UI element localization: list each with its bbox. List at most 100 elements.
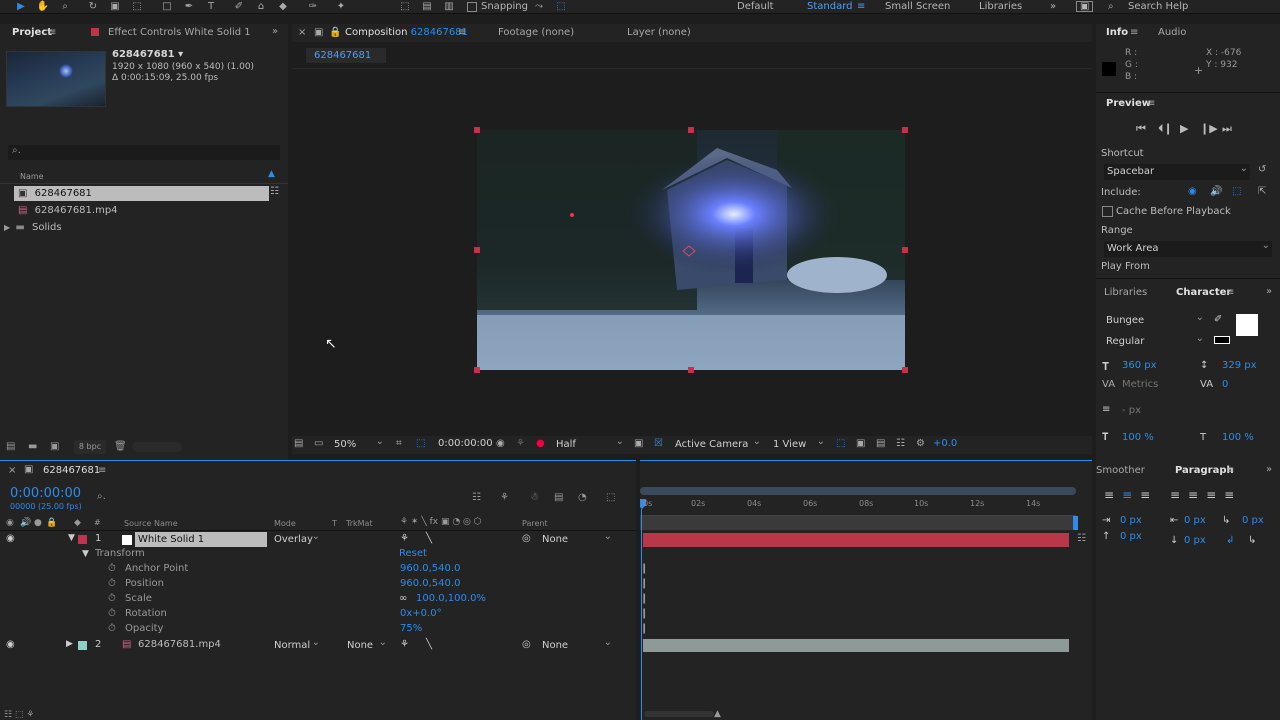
paragraph-menu-icon[interactable]: ≡ [1226,465,1234,476]
layer2-duration-bar[interactable] [643,639,1069,652]
tab-footage[interactable]: Footage (none) [498,27,574,38]
region-of-interest-icon[interactable]: ▣ [634,438,643,449]
timeline-icon[interactable]: ▤ [876,438,885,449]
timeline-search-input[interactable]: ⌕․ [97,491,237,505]
project-item-row[interactable]: ▤ 628467681.mp4 [14,203,269,218]
tab-libraries[interactable]: Libraries [1104,287,1147,298]
rtl-text-icon[interactable]: ↳ [1248,535,1256,546]
close-tab-icon[interactable]: × [8,465,16,476]
close-tab-icon[interactable]: × [298,27,306,38]
alignment-buttons[interactable]: ≡≡≡ ≡≡≡≡ [1104,488,1242,502]
workspace-libraries[interactable]: Libraries [979,1,1022,12]
align-icon[interactable]: ⬚ [398,1,412,13]
tab-character[interactable]: Character [1176,287,1231,298]
comp-timecode[interactable]: 0:00:00:00 [438,438,493,449]
fast-previews-icon[interactable]: ▣ [856,438,865,449]
transform-label[interactable]: Transform [95,548,145,559]
clone-stamp-tool-icon[interactable]: ⌂ [254,1,268,13]
quality-switch-icon[interactable]: ╲ [426,533,432,544]
indent-left-value[interactable]: 0 px [1120,515,1142,526]
pick-whip-icon[interactable]: ◎ [522,533,531,544]
show-snapshot-icon[interactable]: ⚘ [516,438,525,449]
visibility-eye-icon[interactable]: ◉ [6,639,15,650]
stopwatch-icon[interactable]: ⏱ [108,578,116,589]
workspace-standard[interactable]: Standard [807,1,853,12]
composition-menu-icon[interactable]: ≡ [458,27,466,38]
flowchart-icon[interactable]: ☷ [270,186,279,197]
opacity-value[interactable]: 75% [400,623,422,634]
rotate-tool-icon[interactable]: ↻ [86,1,100,13]
stopwatch-icon[interactable]: ⏱ [108,563,116,574]
new-composition-icon[interactable]: ▣ [50,441,59,452]
range-dropdown[interactable]: Work Area [1104,238,1272,257]
grid-icon[interactable]: ⌗ [396,438,402,449]
rectangle-tool-icon[interactable]: □ [160,1,174,13]
draft-3d-icon[interactable]: ⚘ [500,492,509,503]
mask-visibility-icon[interactable]: ⬚ [416,438,425,449]
export-icon[interactable]: ⇱ [1258,186,1266,197]
project-folder-row[interactable]: ▶ ▬ Solids [4,220,269,235]
selection-tool-icon[interactable]: ▶ [14,1,28,13]
tab-info[interactable]: Info [1106,27,1128,38]
fill-color-swatch[interactable] [1236,314,1258,336]
tab-effect-controls[interactable]: Effect Controls White Solid 1 [108,27,251,38]
pan-behind-tool-icon[interactable]: ⬚ [130,1,144,13]
snap-icon[interactable]: ⤳ [532,1,546,13]
camera-dropdown[interactable]: Active Camera [675,434,763,453]
comp-mini-flowchart-icon[interactable]: ☷ [472,492,481,503]
transform-arrow-icon[interactable]: ▼ [82,549,89,559]
type-tool-icon[interactable]: T [204,1,218,13]
preview-menu-icon[interactable]: ≡ [1147,98,1155,109]
graph-editor-icon[interactable]: ⬚ [606,492,615,503]
reset-exposure-icon[interactable]: ⚙ [916,438,925,449]
ltr-text-icon[interactable]: ↲ [1226,535,1234,546]
info-menu-icon[interactable]: ≡ [1130,27,1138,38]
previous-frame-icon[interactable]: ⏴❙ [1158,122,1173,136]
space-after-value[interactable]: 0 px [1184,535,1206,546]
camera-tool-icon[interactable]: ▣ [108,1,122,13]
transform-handle[interactable] [474,127,480,133]
parent-dropdown[interactable]: None [542,635,614,654]
toggle-pixel-aspect-icon[interactable]: ⬚ [836,438,845,449]
position-value[interactable]: 960.0,540.0 [400,578,460,589]
blend-mode-dropdown[interactable]: Overlay [274,529,322,548]
timeline-menu-icon[interactable]: ≡ [98,465,106,476]
workspace-menu-icon[interactable]: ≡ [857,1,865,12]
last-frame-icon[interactable]: ⏭ [1222,122,1232,136]
transform-handle[interactable] [902,127,908,133]
more-workspaces-icon[interactable]: » [1050,1,1056,12]
font-size-value[interactable]: 360 px [1122,360,1157,371]
thumbnail-scrollbar[interactable] [132,442,182,452]
shy-layers-icon[interactable]: ☃ [530,492,539,503]
include-overlays-icon[interactable]: ⬚ [1232,186,1241,197]
shy-switch-icon[interactable]: ⚘ [400,533,409,544]
character-menu-icon[interactable]: ≡ [1226,287,1234,298]
transform-handle[interactable] [474,247,480,253]
work-area-bar[interactable] [640,516,1076,530]
zoom-dropdown[interactable]: 50% [334,434,386,453]
tab-timeline[interactable]: 628467681 [43,465,100,476]
workspace-small-screen[interactable]: Small Screen [885,1,950,12]
layer-name[interactable]: White Solid 1 [135,532,267,547]
timeline-timecode[interactable]: 0:00:00:00 [10,486,81,501]
hand-tool-icon[interactable]: ✋ [36,1,50,13]
workspace-default[interactable]: Default [737,1,774,12]
tracking-value[interactable]: 0 [1222,379,1228,390]
constrain-proportions-icon[interactable]: ∞ [399,593,407,604]
layer-label-color[interactable] [78,641,87,650]
layer-label-color[interactable] [78,535,87,544]
first-frame-icon[interactable]: ⏮ [1136,122,1146,136]
shy-switch-icon[interactable]: ⚘ [400,639,409,650]
search-help-input[interactable]: Search Help [1128,1,1188,12]
transform-handle[interactable] [902,247,908,253]
lock-icon[interactable]: 🔒 [329,27,341,38]
snap-edges-icon[interactable]: ⬚ [554,1,568,13]
blend-mode-dropdown[interactable]: Normal [274,635,322,654]
column-name-header[interactable]: Name [20,172,44,181]
transparency-grid-icon[interactable]: ☒ [654,438,663,449]
pick-whip-icon[interactable]: ◎ [522,639,531,650]
transform-handle[interactable] [688,367,694,373]
zoom-tool-icon[interactable]: ⌕ [58,1,72,13]
indent-right-value[interactable]: 0 px [1184,515,1206,526]
zoom-in-icon[interactable]: ▲ [714,709,721,719]
